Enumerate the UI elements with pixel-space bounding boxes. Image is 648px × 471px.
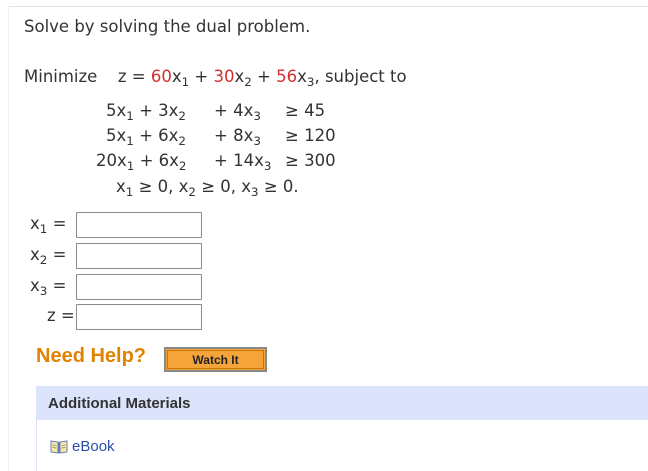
objective-coef-3: 56	[276, 67, 298, 86]
constraint-2-term3: + 8x3	[214, 126, 261, 149]
objective-plus-1: +	[189, 67, 214, 86]
x3-input[interactable]	[76, 274, 202, 300]
objective-plus-2: +	[251, 67, 277, 86]
additional-materials-header: Additional Materials	[36, 386, 648, 420]
objective-sub-2: 2	[244, 75, 252, 90]
ebook-link[interactable]: eBook	[50, 438, 115, 455]
objective-line: Minimize z = 60x1 + 30x2 + 56x3, subject…	[24, 67, 407, 90]
constraint-2-rhs: ≥ 120	[285, 126, 336, 145]
z-label: z =	[47, 306, 75, 325]
constraint-1-rhs: ≥ 45	[285, 101, 326, 120]
x1-input[interactable]	[76, 212, 202, 238]
objective-coef-1: 60	[150, 67, 172, 86]
watch-it-button[interactable]: Watch It	[164, 347, 267, 372]
constraint-3-term3: + 14x3	[214, 151, 272, 174]
constraint-1-lhs: 5x1 + 3x2	[106, 101, 186, 124]
x1-label: x1 =	[30, 214, 67, 237]
book-icon	[50, 439, 68, 455]
objective-suffix: , subject to	[314, 67, 407, 86]
constraint-3-lhs: 20x1 + 6x2	[96, 151, 187, 174]
objective-lhs: z =	[117, 67, 151, 86]
left-divider	[8, 6, 9, 471]
x3-label: x3 =	[30, 276, 67, 299]
top-divider	[8, 6, 648, 7]
need-help-heading: Need Help?	[36, 345, 147, 367]
ebook-label[interactable]: eBook	[72, 438, 115, 455]
constraint-3-rhs: ≥ 300	[285, 151, 336, 170]
objective-var-2: x	[234, 67, 245, 86]
constraint-2-lhs: 5x1 + 6x2	[106, 126, 186, 149]
additional-materials-border	[36, 420, 37, 471]
z-input[interactable]	[76, 304, 202, 330]
x2-input[interactable]	[76, 243, 202, 269]
instructions-text: Solve by solving the dual problem.	[24, 17, 311, 36]
constraint-1-term3: + 4x3	[214, 101, 261, 124]
x2-label: x2 =	[30, 245, 67, 268]
additional-materials-title: Additional Materials	[48, 395, 191, 412]
nonnegativity-line: x1 ≥ 0, x2 ≥ 0, x3 ≥ 0.	[116, 177, 299, 200]
objective-var-3: x	[297, 67, 307, 86]
objective-coef-2: 30	[213, 67, 235, 86]
minimize-label: Minimize	[24, 67, 98, 86]
objective-var-1: x	[171, 67, 182, 86]
